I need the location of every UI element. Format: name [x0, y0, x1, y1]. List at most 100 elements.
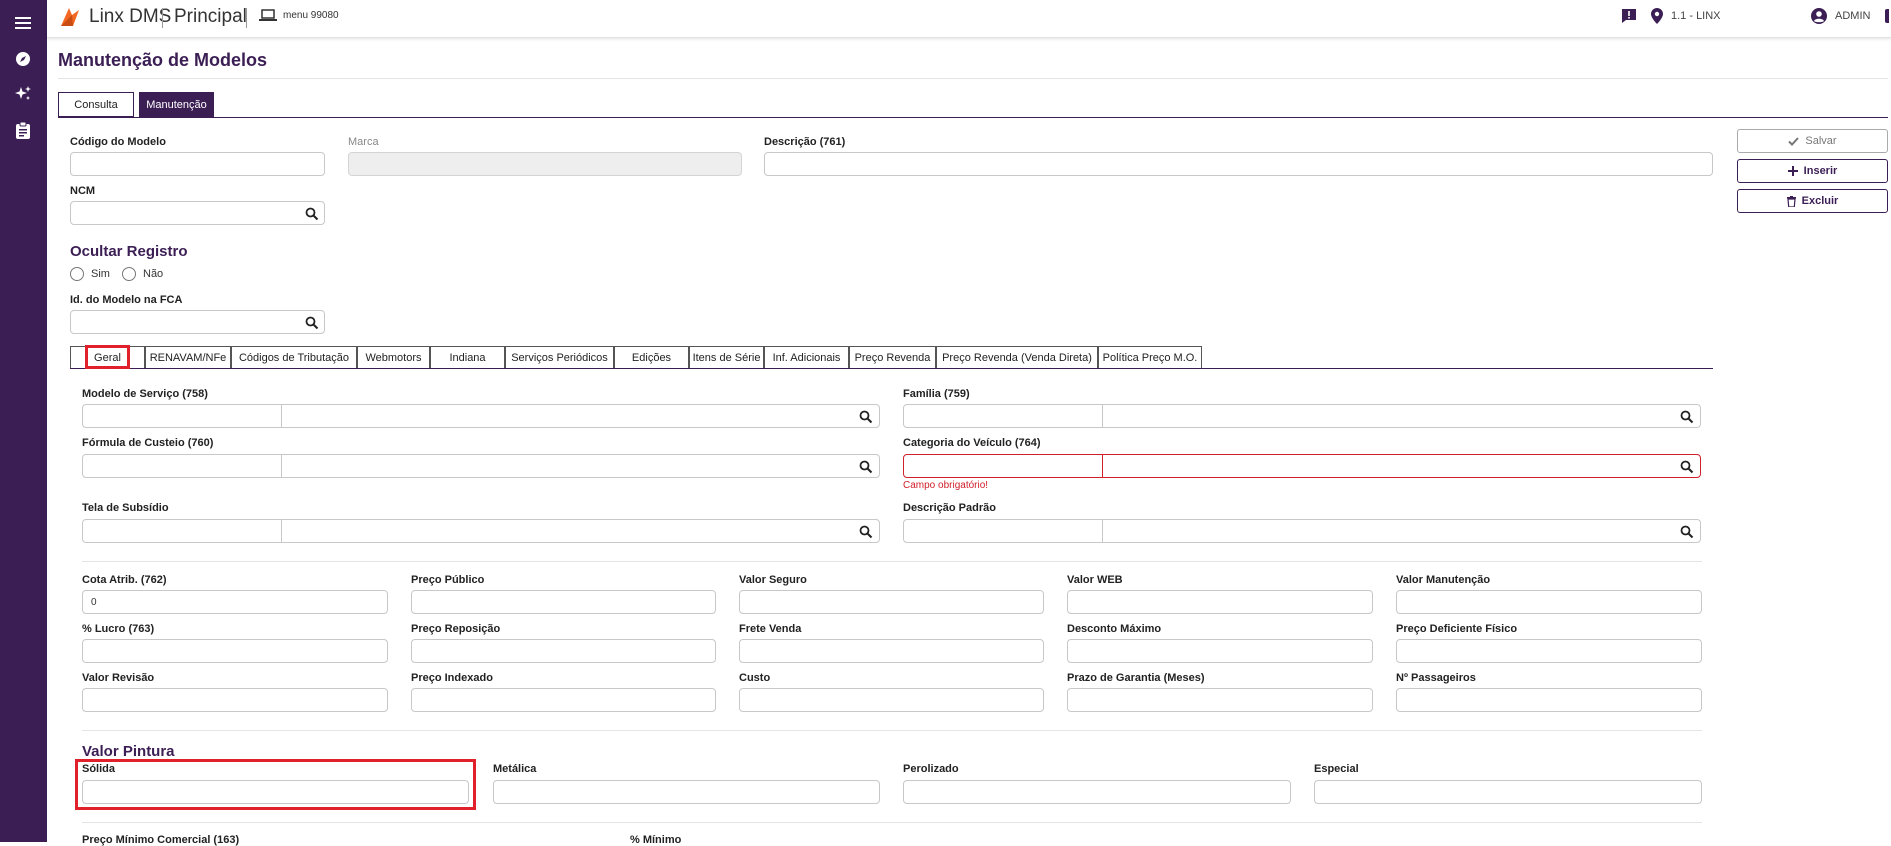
custo-label: Custo — [739, 672, 771, 684]
subtab-preco-revenda[interactable]: Preço Revenda — [849, 346, 936, 369]
search-icon[interactable] — [859, 525, 873, 539]
highlight-geral-tab — [85, 345, 130, 369]
pct-lucro-label: % Lucro (763) — [82, 623, 155, 635]
tab-consulta[interactable]: Consulta — [58, 92, 134, 117]
preco-deficiente-fisico-label: Preço Deficiente Físico — [1396, 623, 1518, 635]
valor-revisao-label: Valor Revisão — [82, 672, 155, 684]
tela-subsidio-desc-input[interactable] — [281, 519, 880, 543]
ncm-input[interactable] — [70, 201, 325, 225]
subtab-preco-revenda-venda-direta[interactable]: Preço Revenda (Venda Direta) — [936, 346, 1098, 369]
subtab-edicoes[interactable]: Edições — [614, 346, 689, 369]
tela-subsidio-label: Tela de Subsídio — [82, 502, 169, 514]
familia-label: Família (759) — [903, 388, 970, 400]
valor-manutencao-input[interactable] — [1396, 590, 1702, 614]
preco-indexado-input[interactable] — [411, 688, 716, 712]
preco-deficiente-fisico-input[interactable] — [1396, 639, 1702, 663]
metalica-input[interactable] — [493, 780, 880, 804]
save-label: Salvar — [1805, 135, 1837, 147]
radio-sim-label: Sim — [91, 268, 110, 280]
marca-label: Marca — [348, 136, 379, 148]
perolizado-input[interactable] — [903, 780, 1291, 804]
formula-custeio-desc-input[interactable] — [281, 454, 880, 478]
sparkles-icon[interactable] — [12, 83, 34, 105]
subtab-politica-preco-mo[interactable]: Política Preço M.O. — [1098, 346, 1202, 369]
subtab-indiana[interactable]: Indiana — [430, 346, 505, 369]
formula-custeio-code-input[interactable] — [82, 454, 282, 478]
descricao-input[interactable] — [764, 152, 1713, 176]
search-icon[interactable] — [859, 410, 873, 424]
section-divider — [82, 730, 1702, 731]
desconto-maximo-input[interactable] — [1067, 639, 1373, 663]
subtab-webmotors[interactable]: Webmotors — [357, 346, 430, 369]
pct-lucro-input[interactable] — [82, 639, 388, 663]
descricao-padrao-desc-input[interactable] — [1102, 519, 1701, 543]
search-icon[interactable] — [1680, 460, 1694, 474]
familia-desc-input[interactable] — [1102, 404, 1701, 428]
subtab-servicos-periodicos[interactable]: Serviços Periódicos — [505, 346, 614, 369]
chat-alert-icon — [1622, 9, 1636, 23]
chat-button[interactable] — [1621, 8, 1637, 24]
compass-icon[interactable] — [12, 48, 34, 70]
campo-obrigatorio-error: Campo obrigatório! — [903, 480, 989, 491]
prazo-garantia-input[interactable] — [1067, 688, 1373, 712]
codigo-modelo-input[interactable] — [70, 152, 325, 176]
preco-indexado-label: Preço Indexado — [411, 672, 493, 684]
num-passageiros-input[interactable] — [1396, 688, 1702, 712]
frete-venda-input[interactable] — [739, 639, 1044, 663]
insert-button[interactable]: Inserir — [1737, 159, 1888, 183]
modelo-servico-label: Modelo de Serviço (758) — [82, 388, 208, 400]
valor-web-input[interactable] — [1067, 590, 1373, 614]
descricao-padrao-code-input[interactable] — [903, 519, 1103, 543]
id-fca-label: Id. do Modelo na FCA — [70, 294, 183, 306]
subtab-inf-adicionais[interactable]: Inf. Adicionais — [764, 346, 849, 369]
modelo-servico-code-input[interactable] — [82, 404, 282, 428]
custo-input[interactable] — [739, 688, 1044, 712]
delete-label: Excluir — [1801, 195, 1839, 207]
preco-reposicao-input[interactable] — [411, 639, 716, 663]
save-button[interactable]: Salvar — [1737, 129, 1888, 153]
subtab-itens-serie[interactable]: Itens de Série — [689, 346, 764, 369]
user-menu[interactable]: ADMIN — [1811, 8, 1870, 24]
section-divider — [82, 822, 1702, 823]
subtab-codigos-tributacao[interactable]: Códigos de Tributação — [231, 346, 357, 369]
valor-seguro-input[interactable] — [739, 590, 1044, 614]
hamburger-menu-icon[interactable] — [12, 12, 34, 34]
radio-nao-label: Não — [143, 268, 164, 280]
frete-venda-label: Frete Venda — [739, 623, 802, 635]
metalica-label: Metálica — [493, 763, 537, 775]
id-fca-input[interactable] — [70, 310, 325, 334]
trash-icon — [1786, 195, 1796, 207]
valor-manutencao-label: Valor Manutenção — [1396, 574, 1491, 586]
especial-input[interactable] — [1314, 780, 1702, 804]
radio-sim[interactable] — [70, 267, 84, 281]
delete-button[interactable]: Excluir — [1737, 189, 1888, 213]
search-icon[interactable] — [1680, 525, 1694, 539]
menu-indicator[interactable]: menu 99080 — [259, 9, 339, 22]
clipboard-icon[interactable] — [12, 119, 34, 141]
laptop-icon — [259, 9, 277, 21]
brand-name: Linx DMS — [89, 6, 172, 27]
search-icon[interactable] — [305, 316, 319, 330]
categoria-veiculo-code-input[interactable] — [903, 454, 1103, 478]
module-name: Principal — [174, 6, 247, 27]
cota-atrib-label: Cota Atrib. (762) — [82, 574, 167, 586]
modelo-servico-desc-input[interactable] — [281, 404, 880, 428]
valor-revisao-input[interactable] — [82, 688, 388, 712]
radio-nao[interactable] — [122, 267, 136, 281]
tela-subsidio-code-input[interactable] — [82, 519, 282, 543]
subtab-renavam[interactable]: RENAVAM/NFe — [145, 346, 231, 369]
familia-code-input[interactable] — [903, 404, 1103, 428]
divider — [162, 8, 163, 28]
location-selector[interactable]: 1.1 - LINX — [1651, 8, 1721, 24]
search-icon[interactable] — [1680, 410, 1694, 424]
preco-publico-input[interactable] — [411, 590, 716, 614]
categoria-veiculo-desc-input[interactable] — [1102, 454, 1701, 478]
search-icon[interactable] — [859, 460, 873, 474]
tab-manutencao[interactable]: Manutenção — [139, 92, 214, 117]
highlight-solida-field — [75, 759, 476, 810]
preco-minimo-comercial-label: Preço Mínimo Comercial (163) — [82, 834, 240, 846]
search-icon[interactable] — [305, 207, 319, 221]
formula-custeio-label: Fórmula de Custeio (760) — [82, 437, 214, 449]
cota-atrib-input[interactable]: 0 — [82, 590, 388, 614]
linx-logo-icon — [59, 6, 81, 28]
